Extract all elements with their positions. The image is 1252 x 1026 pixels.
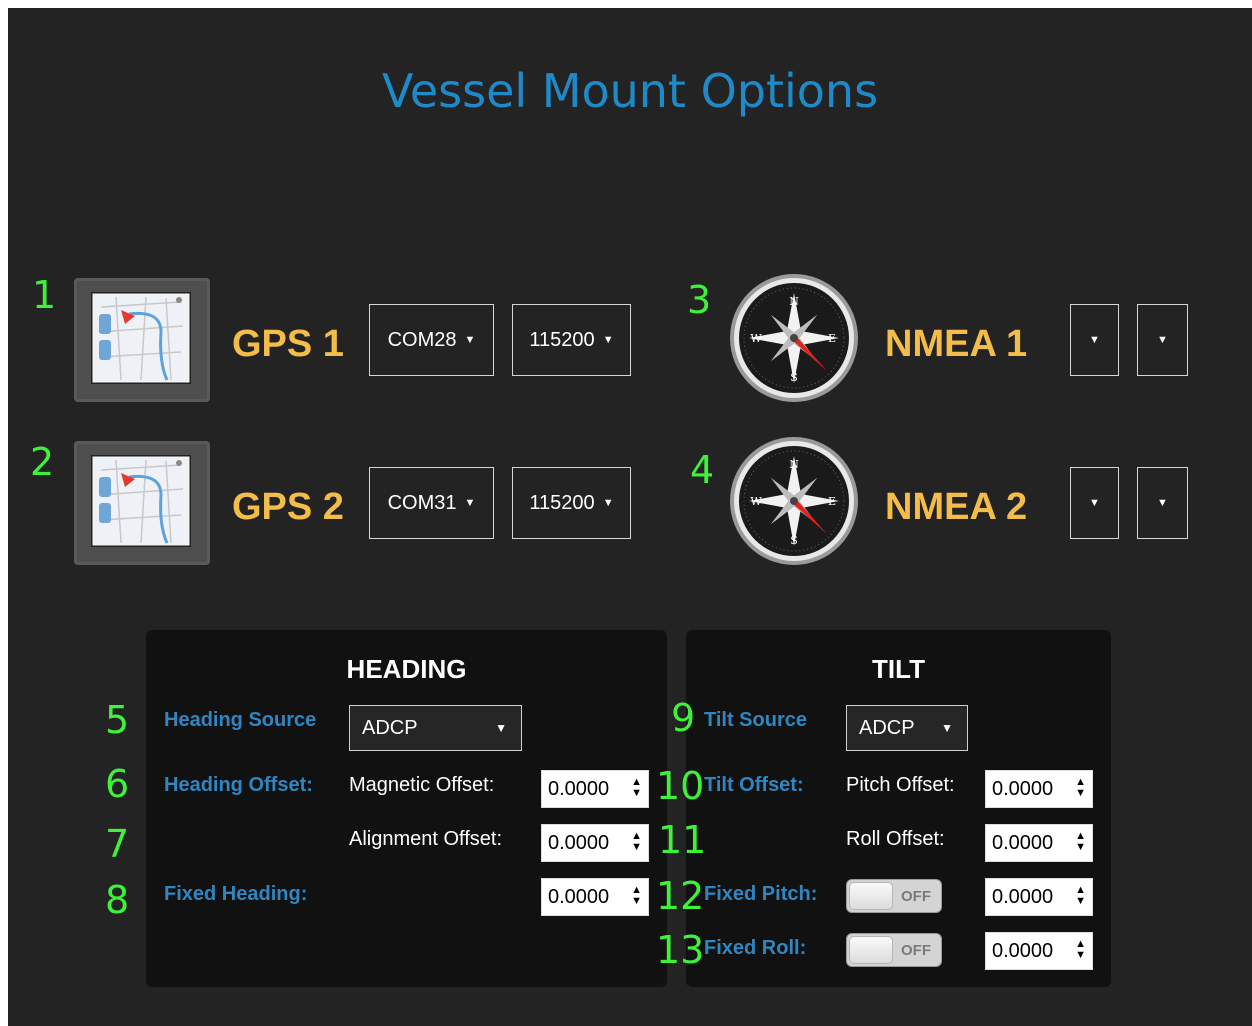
roll-offset-stepper[interactable]: 0.0000 ▲ ▼	[985, 824, 1093, 862]
alignment-offset-label: Alignment Offset:	[349, 828, 503, 850]
roll-offset-value: 0.0000	[992, 831, 1054, 854]
compass-s-label: S	[790, 371, 798, 384]
pitch-offset-value: 0.0000	[992, 777, 1054, 800]
gps1-port-value: COM28	[387, 328, 457, 351]
tilt-panel-title: TILT	[872, 654, 925, 684]
gps1-label: GPS 1	[232, 323, 344, 365]
stepper-arrows-icon[interactable]: ▲ ▼	[1075, 885, 1086, 907]
tilt-source-label: Tilt Source	[704, 709, 807, 731]
nmea1-port-dropdown[interactable]: ▼	[1070, 304, 1119, 376]
fixed-pitch-stepper[interactable]: 0.0000 ▲ ▼	[985, 878, 1093, 916]
magnetic-offset-stepper[interactable]: 0.0000 ▲ ▼	[541, 770, 649, 808]
pitch-offset-label: Pitch Offset:	[846, 774, 955, 796]
gps1-port-dropdown[interactable]: COM28 ▼	[369, 304, 494, 376]
gps2-port-dropdown[interactable]: COM31 ▼	[369, 467, 494, 539]
chevron-down-icon: ▼	[602, 334, 614, 346]
magnetic-offset-label: Magnetic Offset:	[349, 774, 495, 796]
stepper-arrows-icon[interactable]: ▲ ▼	[631, 885, 642, 907]
chevron-down-icon: ▼	[602, 497, 614, 509]
fixed-pitch-toggle-state: OFF	[901, 888, 931, 905]
compass-e-label: E	[828, 495, 836, 508]
fixed-pitch-toggle[interactable]: OFF	[846, 879, 942, 913]
stepper-arrows-icon[interactable]: ▲ ▼	[631, 831, 642, 853]
fixed-heading-value: 0.0000	[548, 885, 610, 908]
heading-source-select[interactable]: ADCP ▼	[349, 705, 522, 751]
annotation-number-10: 10	[656, 764, 705, 808]
annotation-number-7: 7	[105, 822, 130, 866]
gps1-baud-dropdown[interactable]: 115200 ▼	[512, 304, 631, 376]
stepper-arrows-icon[interactable]: ▲ ▼	[1075, 831, 1086, 853]
chevron-down-icon: ▼	[1089, 334, 1100, 346]
gps-map-icon	[91, 455, 191, 547]
tilt-source-select[interactable]: ADCP ▼	[846, 705, 968, 751]
chevron-down-icon: ▼	[495, 721, 507, 735]
gps2-baud-dropdown[interactable]: 115200 ▼	[512, 467, 631, 539]
annotation-number-6: 6	[105, 762, 130, 806]
annotation-number-9: 9	[671, 696, 696, 740]
compass-w-label: W	[750, 495, 762, 508]
nmea2-port-dropdown[interactable]: ▼	[1070, 467, 1119, 539]
compass-n-label: N	[789, 295, 799, 308]
gps2-device-button[interactable]	[74, 441, 210, 565]
nmea1-label: NMEA 1	[885, 323, 1028, 365]
gps-map-icon	[91, 292, 191, 384]
chevron-down-icon: ▼	[1089, 497, 1100, 509]
chevron-down-icon: ▼	[941, 721, 953, 735]
fixed-roll-value: 0.0000	[992, 939, 1054, 962]
annotation-number-4: 4	[690, 448, 715, 492]
gps2-port-value: COM31	[387, 491, 457, 514]
annotation-number-12: 12	[656, 874, 705, 918]
annotation-number-5: 5	[105, 698, 130, 742]
fixed-roll-toggle[interactable]: OFF	[846, 933, 942, 967]
chevron-down-icon: ▼	[1157, 497, 1168, 509]
annotation-number-11: 11	[658, 818, 707, 862]
pitch-offset-stepper[interactable]: 0.0000 ▲ ▼	[985, 770, 1093, 808]
fixed-heading-label: Fixed Heading:	[164, 883, 308, 905]
heading-panel-title: HEADING	[346, 654, 467, 684]
fixed-roll-stepper[interactable]: 0.0000 ▲ ▼	[985, 932, 1093, 970]
tilt-source-value: ADCP	[859, 716, 915, 739]
annotation-number-8: 8	[105, 878, 130, 922]
fixed-roll-toggle-state: OFF	[901, 942, 931, 959]
compass-w-label: W	[750, 332, 762, 345]
toggle-knob	[849, 882, 893, 910]
alignment-offset-stepper[interactable]: 0.0000 ▲ ▼	[541, 824, 649, 862]
compass-n-label: N	[789, 458, 799, 471]
roll-offset-label: Roll Offset:	[846, 828, 945, 850]
app-window: Vessel Mount Options 1 GPS 1 COM28 ▼ 1152…	[8, 8, 1252, 1026]
nmea2-label: NMEA 2	[885, 486, 1028, 528]
fixed-pitch-value: 0.0000	[992, 885, 1054, 908]
toggle-knob	[849, 936, 893, 964]
stepper-arrows-icon[interactable]: ▲ ▼	[1075, 777, 1086, 799]
annotation-number-1: 1	[32, 273, 57, 317]
nmea1-compass-icon[interactable]: N S E W	[729, 273, 859, 403]
fixed-roll-label: Fixed Roll:	[704, 937, 807, 959]
nmea1-baud-dropdown[interactable]: ▼	[1137, 304, 1188, 376]
nmea2-baud-dropdown[interactable]: ▼	[1137, 467, 1188, 539]
heading-offset-label: Heading Offset:	[164, 774, 313, 796]
compass-s-label: S	[790, 534, 798, 547]
gps1-device-button[interactable]	[74, 278, 210, 402]
annotation-number-2: 2	[30, 440, 55, 484]
fixed-heading-stepper[interactable]: 0.0000 ▲ ▼	[541, 878, 649, 916]
stepper-arrows-icon[interactable]: ▲ ▼	[1075, 939, 1086, 961]
stepper-arrows-icon[interactable]: ▲ ▼	[631, 777, 642, 799]
chevron-down-icon: ▼	[464, 334, 476, 346]
alignment-offset-value: 0.0000	[548, 831, 610, 854]
magnetic-offset-value: 0.0000	[548, 777, 610, 800]
chevron-down-icon: ▼	[464, 497, 476, 509]
fixed-pitch-label: Fixed Pitch:	[704, 883, 818, 905]
chevron-down-icon: ▼	[1157, 334, 1168, 346]
annotation-number-13: 13	[656, 928, 705, 972]
gps2-label: GPS 2	[232, 486, 344, 528]
heading-source-label: Heading Source	[164, 709, 317, 731]
gps2-baud-value: 115200	[529, 491, 595, 514]
compass-e-label: E	[828, 332, 836, 345]
annotation-number-3: 3	[687, 278, 712, 322]
heading-source-value: ADCP	[362, 716, 418, 739]
nmea2-compass-icon[interactable]: N S E W	[729, 436, 859, 566]
tilt-offset-label: Tilt Offset:	[704, 774, 804, 796]
page-title: Vessel Mount Options	[381, 64, 879, 118]
gps1-baud-value: 115200	[529, 328, 595, 351]
